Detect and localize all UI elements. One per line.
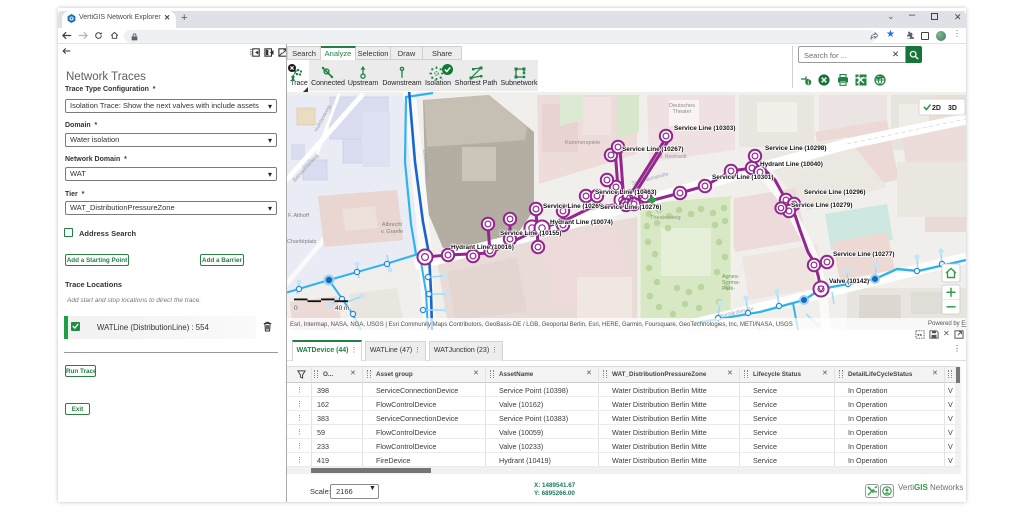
svg-text:Service Line (10269): Service Line (10269) [543, 203, 604, 210]
svg-text:3D: 3D [948, 105, 957, 112]
svg-text:Esri, Intermap, NASA, NGA, USG: Esri, Intermap, NASA, NGA, USGS | Esri C… [290, 322, 793, 328]
svg-text:F. Althoff: F. Althoff [288, 213, 309, 219]
svg-text:40 m: 40 m [335, 305, 349, 312]
svg-text:Park-: Park- [722, 286, 735, 292]
svg-text:Theatersteig: Theatersteig [650, 215, 681, 221]
svg-text:v. Graefe: v. Graefe [381, 229, 403, 235]
svg-text:Charitéplatz: Charitéplatz [287, 239, 317, 245]
svg-text:Albrecht: Albrecht [382, 222, 403, 228]
svg-text:Powered by Esri: Powered by Esri [928, 321, 966, 327]
svg-text:Service Line (10277): Service Line (10277) [833, 251, 894, 258]
svg-text:Hydrant Line (10074): Hydrant Line (10074) [550, 219, 613, 226]
svg-text:Service Line (10279): Service Line (10279) [791, 202, 852, 209]
svg-text:Valve (10142): Valve (10142) [829, 278, 869, 285]
svg-text:Service Line (10463): Service Line (10463) [595, 189, 656, 196]
svg-text:Hydrant Line (10040): Hydrant Line (10040) [760, 161, 823, 168]
svg-text:2D: 2D [932, 105, 941, 112]
svg-text:Service Line (10155): Service Line (10155) [500, 230, 561, 237]
svg-text:Hydrant Line (10016): Hydrant Line (10016) [451, 244, 514, 251]
svg-text:Service Line (10276): Service Line (10276) [600, 204, 661, 211]
svg-text:0: 0 [294, 305, 298, 312]
svg-text:Theater: Theater [673, 109, 692, 115]
svg-text:Service Line (10267): Service Line (10267) [622, 146, 683, 153]
svg-text:Service Line (10301): Service Line (10301) [712, 174, 773, 181]
svg-text:M. Reinhardt: M. Reinhardt [658, 154, 687, 160]
svg-text:Service Line (10303): Service Line (10303) [674, 125, 735, 132]
svg-text:Kammerspiele: Kammerspiele [565, 140, 600, 146]
svg-text:Service Line (10296): Service Line (10296) [804, 189, 865, 196]
svg-text:Service Line (10298): Service Line (10298) [765, 145, 826, 152]
